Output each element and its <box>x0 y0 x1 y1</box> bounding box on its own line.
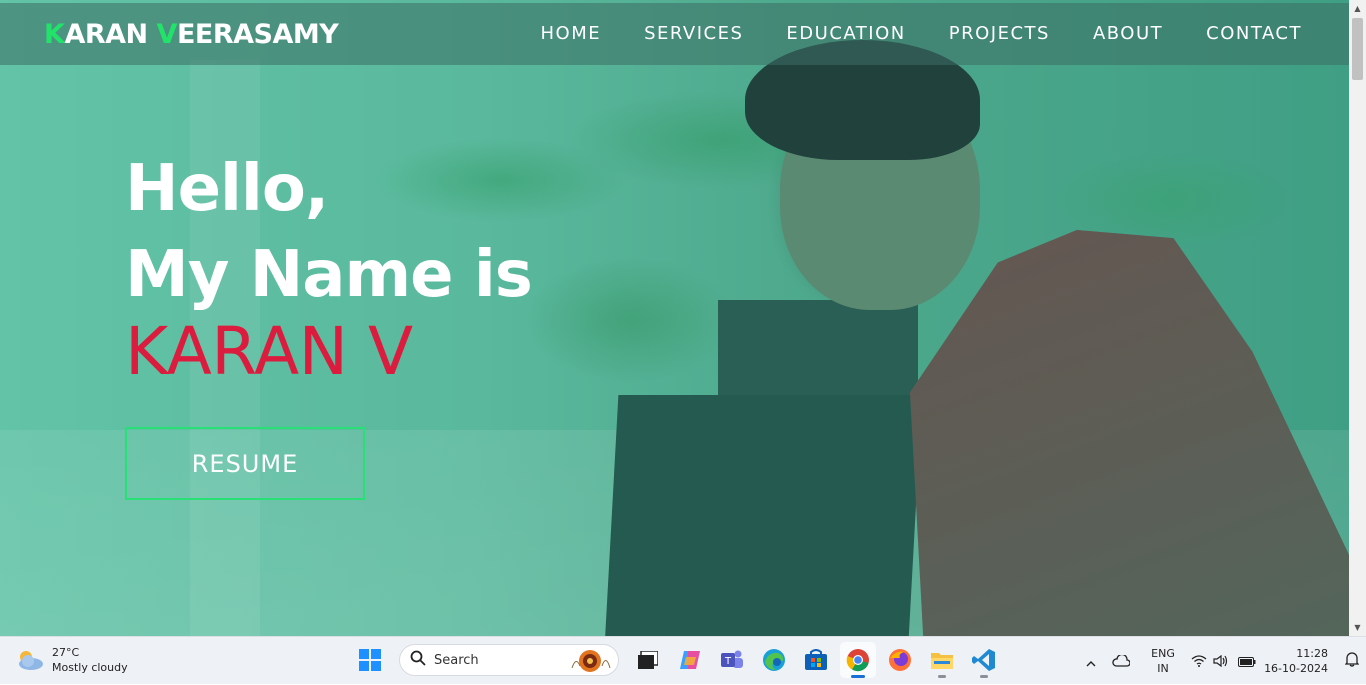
taskbar-search-input[interactable]: Search <box>399 644 619 676</box>
taskbar-clock[interactable]: 11:28 16-10-2024 <box>1262 646 1328 676</box>
hero-line-name-is: My Name is <box>125 238 533 312</box>
windows-taskbar: 27°C Mostly cloudy Search T ENG IN 11:28… <box>0 636 1366 684</box>
weather-temp: 27°C <box>52 646 80 659</box>
logo-initial-k: K <box>44 19 65 50</box>
resume-button[interactable]: RESUME <box>125 427 365 500</box>
scroll-up-arrow-icon[interactable]: ▲ <box>1349 0 1366 17</box>
system-tray: ENG IN 11:28 16-10-2024 <box>1078 637 1366 685</box>
battery-icon[interactable] <box>1232 652 1262 671</box>
taskbar-center-icons: Search T <box>349 642 1005 678</box>
nav-home[interactable]: HOME <box>540 23 601 44</box>
search-icon <box>410 650 426 670</box>
hero-line-hello: Hello, <box>125 152 329 226</box>
search-label: Search <box>434 652 479 668</box>
logo-initial-v: V <box>156 19 178 50</box>
logo-second-rest: EERASAMY <box>176 19 339 50</box>
hero-bg-planter-back <box>718 300 918 410</box>
volume-icon[interactable] <box>1210 652 1232 671</box>
edge-icon[interactable] <box>756 642 792 678</box>
firefox-icon[interactable] <box>882 642 918 678</box>
hero-greeting: Hello, My Name is <box>125 146 533 318</box>
chrome-icon[interactable] <box>840 642 876 678</box>
onedrive-cloud-icon[interactable] <box>1104 652 1138 671</box>
vscode-open-indicator <box>980 675 988 678</box>
task-view-icon[interactable] <box>630 642 666 678</box>
nav-services[interactable]: SERVICES <box>644 23 743 44</box>
language-region: IN <box>1157 662 1169 675</box>
windows-start-icon[interactable] <box>352 642 388 678</box>
notification-bell-icon[interactable] <box>1338 651 1366 671</box>
logo-first-rest: ARAN <box>64 19 157 50</box>
nav-about[interactable]: ABOUT <box>1093 23 1163 44</box>
nav-projects[interactable]: PROJECTS <box>949 23 1050 44</box>
language-code: ENG <box>1151 647 1175 660</box>
svg-text:T: T <box>724 656 732 667</box>
nav-education[interactable]: EDUCATION <box>786 23 905 44</box>
store-icon[interactable] <box>798 642 834 678</box>
language-indicator[interactable]: ENG IN <box>1138 646 1188 676</box>
chrome-active-indicator <box>851 675 865 678</box>
weather-widget[interactable]: 27°C Mostly cloudy <box>16 645 128 675</box>
explorer-open-indicator <box>938 675 946 678</box>
site-logo[interactable]: KARAN VEERASAMY <box>44 19 339 50</box>
weather-condition: Mostly cloudy <box>52 661 128 674</box>
vscode-icon[interactable] <box>966 642 1002 678</box>
weather-cloud-icon <box>16 649 44 671</box>
hero-name: KARAN V <box>125 313 413 390</box>
show-hidden-icons-chevron-icon[interactable] <box>1078 652 1104 671</box>
hero-section: KARAN VEERASAMY HOME SERVICES EDUCATION … <box>0 0 1349 636</box>
wifi-icon[interactable] <box>1188 652 1210 671</box>
browser-page: KARAN VEERASAMY HOME SERVICES EDUCATION … <box>0 0 1366 636</box>
copilot-icon[interactable] <box>672 642 708 678</box>
nav-contact[interactable]: CONTACT <box>1206 23 1302 44</box>
page-scrollbar[interactable]: ▲ ▼ <box>1349 0 1366 636</box>
hero-bg-planter <box>605 395 922 636</box>
scrollbar-thumb[interactable] <box>1352 18 1363 80</box>
scroll-down-arrow-icon[interactable]: ▼ <box>1349 619 1366 636</box>
clock-date: 16-10-2024 <box>1264 662 1328 675</box>
top-navbar: KARAN VEERASAMY HOME SERVICES EDUCATION … <box>0 3 1349 65</box>
search-highlight-art-icon <box>568 648 612 674</box>
nav-links: HOME SERVICES EDUCATION PROJECTS ABOUT C… <box>540 23 1302 44</box>
teams-icon[interactable]: T <box>714 642 750 678</box>
clock-time: 11:28 <box>1296 647 1328 660</box>
file-explorer-icon[interactable] <box>924 642 960 678</box>
